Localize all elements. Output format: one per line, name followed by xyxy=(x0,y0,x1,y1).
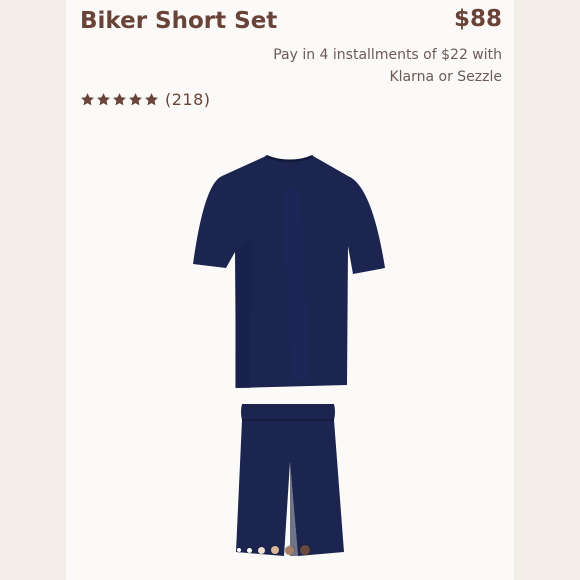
tshirt-highlight xyxy=(283,189,309,381)
tshirt-shade xyxy=(235,235,252,388)
color-swatch[interactable] xyxy=(247,547,252,553)
product-image[interactable] xyxy=(0,0,580,580)
color-swatches xyxy=(237,545,310,555)
color-swatch[interactable] xyxy=(271,546,279,554)
color-swatch[interactable] xyxy=(285,545,294,555)
color-swatch[interactable] xyxy=(237,548,241,552)
color-swatch[interactable] xyxy=(258,546,265,554)
color-swatch[interactable] xyxy=(300,545,310,555)
